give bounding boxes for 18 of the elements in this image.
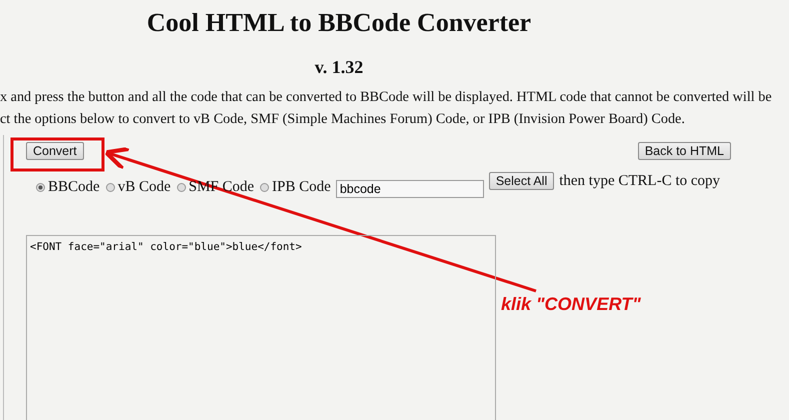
convert-button[interactable]: Convert (26, 142, 84, 160)
select-all-button[interactable]: Select All (488, 172, 554, 190)
back-to-html-button[interactable]: Back to HTML (638, 142, 731, 160)
format-radio-icon[interactable] (260, 182, 270, 192)
format-field[interactable]: bbcode (336, 180, 484, 198)
format-option-label[interactable]: IPB Code (272, 178, 331, 196)
instruction-text: ct the options below to convert to vB Code, SMF (Simple Machines Forum) Code, or IPB (Invision Power Board) Code. (0, 110, 686, 129)
annotation-text: klik "CONVERT" (501, 294, 641, 315)
format-option-label[interactable]: vB Code (118, 178, 171, 196)
copy-hint-text: then type CTRL-C to copy (559, 172, 720, 190)
format-radio-icon[interactable] (106, 182, 115, 192)
page-title: Cool HTML to BBCode Converter (146, 7, 532, 38)
version-label: v. 1.32 (314, 56, 364, 78)
instruction-text: x and press the button and all the code that can be converted to BBCode will be displayed. HTML code that cannot be converted will be (0, 88, 773, 107)
format-option-label[interactable]: BBCode (48, 178, 100, 196)
code-textarea[interactable]: <FONT face="arial" color="blue">blue</font> (26, 235, 496, 420)
format-radio-icon[interactable] (176, 182, 186, 192)
format-radio-icon[interactable] (36, 182, 45, 192)
